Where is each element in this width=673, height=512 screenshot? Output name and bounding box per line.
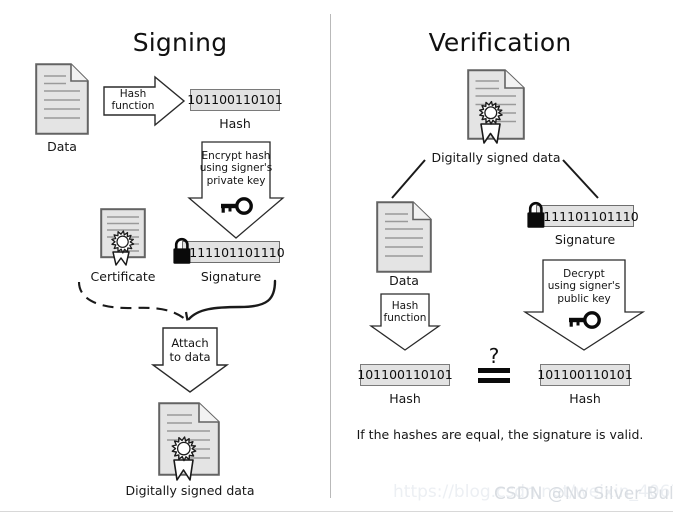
signing-hash-function-arrow: Hash function [103, 75, 186, 127]
verification-split-lines [386, 158, 646, 202]
verification-hash-function-arrow: Hash function [368, 293, 442, 351]
verification-panel-title: Verification [428, 28, 572, 57]
lock-icon [525, 200, 547, 230]
signing-signed-data-label: Digitally signed data [125, 483, 255, 498]
watermark-handle: CSDN @No Silver Bullet [494, 484, 673, 504]
signing-signature-box: 111101101110 [182, 241, 285, 263]
signing-connector-curves [72, 279, 302, 321]
key-icon [219, 197, 253, 215]
verification-data-document-icon [376, 201, 432, 273]
signing-hash-label: Hash [219, 116, 251, 131]
comparison-equals-sign [478, 367, 510, 385]
signing-hash-box: 101100110101 [187, 89, 283, 111]
digital-signature-diagram: Signing Data Hash function 101100110101 [0, 0, 673, 512]
verification-signature-box: 111101101110 [536, 205, 639, 227]
signing-signed-data-document-icon [158, 402, 220, 482]
panel-divider [330, 14, 331, 498]
signing-encrypt-arrow: Encrypt hash using signer's private key [187, 141, 285, 239]
certificate-icon [100, 208, 146, 266]
signing-data-label: Data [47, 139, 77, 154]
lock-icon [171, 236, 193, 266]
attach-to-data-arrow: Attach to data [150, 327, 230, 393]
verification-signed-data-document-icon [467, 69, 525, 145]
signing-panel-title: Signing [132, 28, 228, 57]
verification-decrypt-arrow: Decrypt using signer's public key [522, 259, 646, 351]
verification-right-hash-label: Hash [569, 391, 601, 406]
verification-data-label: Data [389, 273, 419, 288]
verification-left-hash-label: Hash [389, 391, 421, 406]
comparison-question-mark: ? [488, 344, 500, 368]
key-icon [567, 311, 601, 329]
verification-conclusion-text: If the hashes are equal, the signature i… [356, 427, 644, 442]
verification-left-hash-box: 101100110101 [357, 364, 453, 386]
signing-data-document-icon [35, 63, 89, 135]
verification-right-hash-box: 101100110101 [537, 364, 633, 386]
verification-signature-label: Signature [554, 232, 616, 247]
